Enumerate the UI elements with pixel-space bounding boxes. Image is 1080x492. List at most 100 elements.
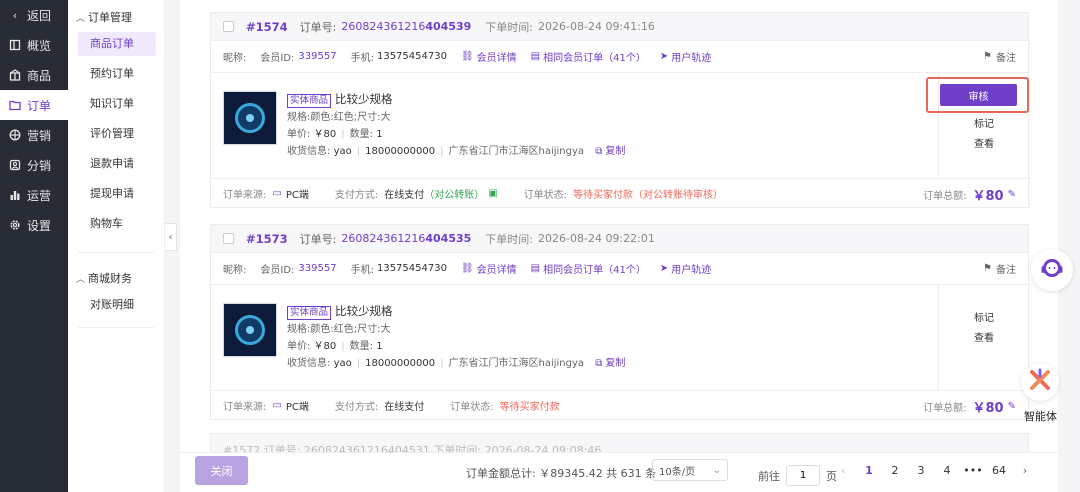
nav-group-order-management[interactable]: ︿ 订单管理 [68, 2, 164, 32]
user-track-link[interactable]: ➤ 用户轨迹 [660, 261, 711, 276]
sidebar-item-overview[interactable]: 概览 [0, 30, 68, 60]
monitor-icon: ▭ [272, 187, 282, 199]
order-actions: 审核 标记 查看 [926, 73, 1029, 179]
member-id[interactable]: 339557 [298, 263, 336, 274]
ai-agent-label: 智能体 [1024, 410, 1057, 423]
page-size-select[interactable]: 10条/页 ⌄ [652, 459, 728, 481]
sidebar-item-settings[interactable]: 设置 [0, 210, 68, 240]
spec-label: 规格: [287, 324, 311, 335]
receiver-address: 广东省江门市江海区haijingya [448, 358, 585, 369]
view-link[interactable]: 查看 [974, 329, 994, 344]
divider [78, 252, 154, 253]
order-header: #1573 订单号: 260824361216 404535 下单时间: 2026… [211, 225, 1028, 253]
remark-label: 备注 [996, 265, 1016, 276]
price-value: ￥80 [313, 129, 337, 140]
member-detail-label: 会员详情 [476, 265, 517, 276]
ai-agent-button[interactable] [1021, 363, 1059, 401]
receiver-address: 广东省江门市江海区haijingya [448, 146, 585, 157]
qty-label: 数量: [349, 129, 374, 140]
order-amount-summary: 订单金额总计: ￥89345.42 共 631 条 [466, 467, 657, 480]
member-detail-label: 会员详情 [476, 53, 517, 64]
sidebar: ‹ 返回 概览 商品 订单 营销 分销 运营 设置 [0, 0, 68, 492]
collapse-nav-button[interactable]: ‹ [165, 223, 177, 251]
status-label: 订单状态: [450, 401, 494, 413]
link-icon: ⛓ [460, 263, 474, 274]
page-button[interactable]: 4 [934, 464, 960, 477]
nav-item-reconciliation[interactable]: 对账明细 [78, 293, 156, 317]
nav-item-booking-orders[interactable]: 预约订单 [78, 62, 156, 86]
phone: 13575454730 [376, 51, 447, 62]
agent-logo-icon [1027, 367, 1053, 397]
mark-link[interactable]: 标记 [974, 115, 994, 130]
pager: ‹ 1 2 3 4 ••• 64 › [830, 459, 1038, 481]
page-button[interactable]: 1 [856, 464, 882, 477]
nav-item-reviews[interactable]: 评价管理 [78, 122, 156, 146]
document-icon: ▤ [530, 51, 541, 62]
order-no-label: 订单号: [299, 20, 337, 34]
same-member-orders-link[interactable]: ▤ 相同会员订单（41个） [531, 261, 646, 276]
nav-group-finance[interactable]: ︿ 商城财务 [68, 263, 164, 293]
order-body: 实体商品 比较少规格 规格:颜色:红色;尺寸:大 单价: ￥80 | 数量: 1 收货… [211, 73, 1029, 179]
order-id[interactable]: #1574 [246, 20, 288, 34]
remark-button[interactable]: ⚑ 备注 [983, 261, 1016, 276]
nav-item-knowledge-orders[interactable]: 知识订单 [78, 92, 156, 116]
headset-icon [1039, 255, 1065, 285]
page-ellipsis[interactable]: ••• [960, 464, 986, 477]
total-amount: ￥80 [972, 189, 1004, 204]
customer-service-button[interactable] [1031, 249, 1073, 291]
product-thumbnail[interactable] [223, 303, 277, 357]
close-button[interactable]: 关闭 [195, 456, 248, 485]
page-button[interactable]: 2 [882, 464, 908, 477]
sidebar-item-product[interactable]: 商品 [0, 60, 68, 90]
secondary-nav: ︿ 订单管理 商品订单 预约订单 知识订单 评价管理 退款申请 提现申请 购物车… [68, 0, 165, 492]
qty-value: 1 [376, 129, 383, 140]
price-label: 单价: [287, 129, 311, 140]
image-icon[interactable]: ▣ [488, 188, 497, 199]
page-scrollbar[interactable] [1060, 0, 1080, 492]
product-info: 实体商品 比较少规格 规格:颜色:红色;尺寸:大 单价: ￥80 | 数量: 1 收货… [287, 303, 625, 372]
back-button[interactable]: ‹ 返回 [0, 0, 68, 30]
product-name[interactable]: 比较少规格 [335, 304, 393, 318]
edit-icon[interactable]: ✎ [1008, 401, 1016, 412]
page-button[interactable]: 64 [986, 464, 1012, 477]
user-track-link[interactable]: ➤ 用户轨迹 [660, 49, 711, 64]
order-id[interactable]: #1573 [246, 232, 288, 246]
page-button[interactable]: 3 [908, 464, 934, 477]
order-checkbox[interactable] [223, 233, 234, 244]
nav-item-refunds[interactable]: 退款申请 [78, 152, 156, 176]
remark-button[interactable]: ⚑ 备注 [983, 49, 1016, 64]
marketing-icon [8, 128, 22, 142]
nav-group-label: 订单管理 [88, 11, 133, 24]
order-checkbox[interactable] [223, 21, 234, 32]
chevron-down-icon: ⌄ [712, 464, 721, 476]
member-info-row: 昵称: 会员ID: 339557 手机: 13575454730 ⛓ 会员详情 ▤… [211, 253, 1028, 285]
sidebar-item-operations[interactable]: 运营 [0, 180, 68, 210]
next-page-button[interactable]: › [1012, 464, 1038, 477]
nav-item-withdrawals[interactable]: 提现申请 [78, 182, 156, 206]
goto-page-input[interactable] [786, 465, 820, 486]
copy-button[interactable]: ⧉ 复制 [595, 355, 625, 372]
edit-icon[interactable]: ✎ [1008, 189, 1016, 200]
member-info-row: 昵称: 会员ID: 339557 手机: 13575454730 ⛓ 会员详情 ▤… [211, 41, 1028, 73]
sidebar-item-marketing[interactable]: 营销 [0, 120, 68, 150]
nav-item-product-orders[interactable]: 商品订单 [78, 32, 156, 56]
audit-button[interactable]: 审核 [940, 84, 1017, 106]
sidebar-label: 设置 [27, 218, 52, 233]
product-thumbnail[interactable] [223, 91, 277, 145]
product-info: 实体商品 比较少规格 规格:颜色:红色;尺寸:大 单价: ￥80 | 数量: 1 收货… [287, 91, 625, 160]
product-name[interactable]: 比较少规格 [335, 92, 393, 106]
same-member-orders-link[interactable]: ▤ 相同会员订单（41个） [531, 49, 646, 64]
member-id[interactable]: 339557 [298, 51, 336, 62]
qty-label: 数量: [349, 341, 374, 352]
receiver-phone: 18000000000 [365, 146, 436, 157]
copy-button[interactable]: ⧉ 复制 [595, 143, 625, 160]
price-label: 单价: [287, 341, 311, 352]
member-detail-link[interactable]: ⛓ 会员详情 [461, 49, 517, 64]
mark-link[interactable]: 标记 [974, 309, 994, 324]
view-link[interactable]: 查看 [974, 135, 994, 150]
nav-item-cart[interactable]: 购物车 [78, 212, 156, 236]
member-detail-link[interactable]: ⛓ 会员详情 [461, 261, 517, 276]
sidebar-item-distribution[interactable]: 分销 [0, 150, 68, 180]
sidebar-item-order[interactable]: 订单 [0, 90, 68, 120]
prev-page-button[interactable]: ‹ [830, 464, 856, 477]
